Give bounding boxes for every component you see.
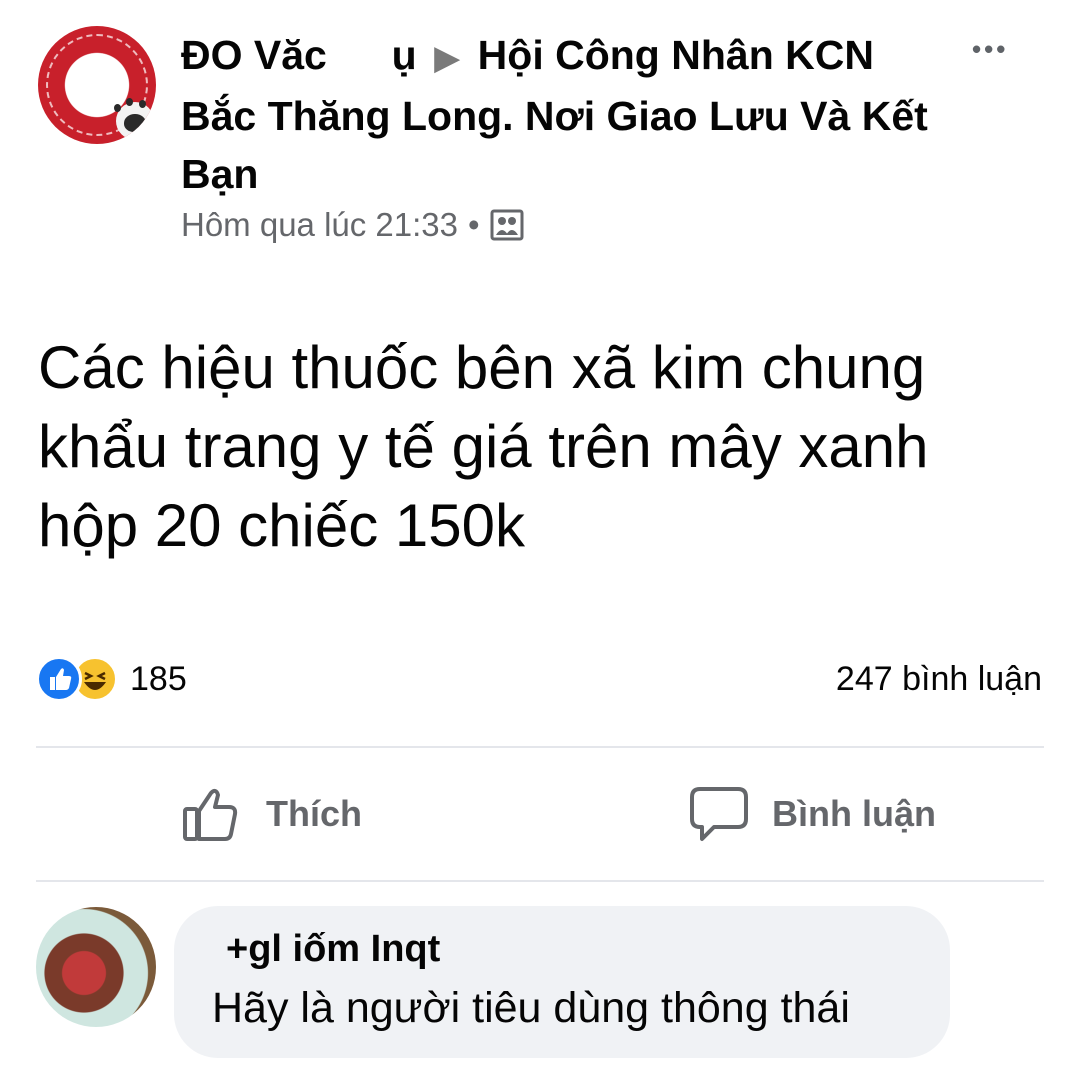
comment-text: Hãy là người tiêu dùng thông thái: [212, 984, 850, 1032]
like-button[interactable]: Thích: [182, 785, 362, 843]
like-reaction-icon: [36, 656, 82, 702]
post-timestamp[interactable]: Hôm qua lúc 21:33: [181, 206, 458, 244]
commenter-avatar[interactable]: [36, 907, 156, 1027]
post-header-title: ĐO Văc ụ ▶ Hội Công Nhân KCN Bắc Thăng L…: [181, 26, 941, 203]
group-avatar[interactable]: [38, 26, 156, 144]
more-options-button[interactable]: •••: [972, 34, 1008, 65]
post-meta: Hôm qua lúc 21:33 •: [181, 206, 524, 244]
like-label: Thích: [266, 793, 362, 834]
commenter-name[interactable]: +gl iốm Inqt: [226, 928, 440, 971]
comment-button[interactable]: Bình luận: [690, 785, 936, 843]
divider: [36, 880, 1044, 882]
comment-label: Bình luận: [772, 793, 936, 834]
play-arrow-icon: ▶: [434, 39, 461, 77]
author-name-fragment: ụ: [391, 32, 417, 78]
paw-toe: [126, 98, 133, 106]
paw-toe: [114, 104, 121, 112]
thumbs-up-icon: [183, 788, 238, 841]
comment-bubble-icon: [690, 787, 748, 841]
paw-toe: [139, 100, 146, 108]
comment-count[interactable]: 247 bình luận: [836, 660, 1042, 699]
reaction-count: 185: [130, 659, 187, 698]
paw-icon: [116, 102, 154, 140]
meta-separator: •: [468, 206, 480, 243]
author-name[interactable]: ĐO Văc: [181, 32, 327, 78]
post-text: Các hiệu thuốc bên xã kim chung khẩu tra…: [38, 334, 929, 559]
reactions-summary[interactable]: 185: [36, 656, 187, 702]
group-audience-icon: [490, 209, 524, 241]
divider: [36, 746, 1044, 748]
